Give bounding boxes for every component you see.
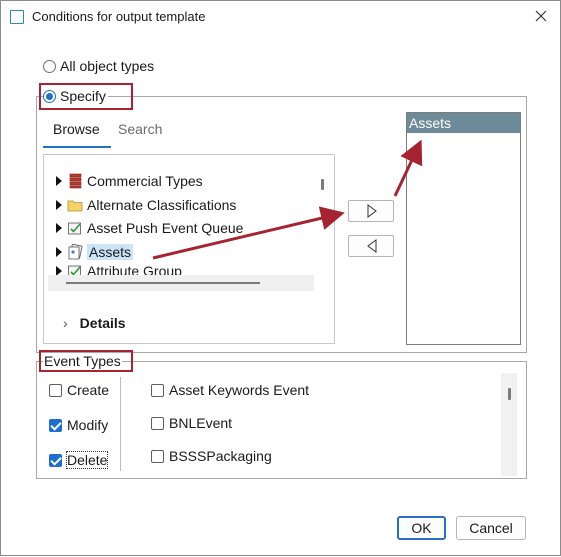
dialog-window: Conditions for output template All objec… [0, 0, 561, 556]
event-list-scrollbar[interactable] [501, 373, 517, 476]
event-checkbox-row[interactable]: Asset Keywords Event [151, 382, 309, 398]
expand-arrow-icon[interactable] [56, 223, 62, 233]
window-title: Conditions for output template [32, 9, 206, 24]
tree-item-label: Commercial Types [87, 173, 203, 189]
folder-icon [67, 200, 83, 212]
tree-item[interactable]: Assets [56, 242, 134, 262]
event-checkbox[interactable] [151, 416, 164, 430]
tree-vertical-scrollbar[interactable] [321, 179, 324, 190]
delete-label: Delete [65, 451, 109, 469]
delete-checkbox[interactable] [49, 453, 62, 467]
selected-types-list[interactable]: Assets [406, 112, 521, 345]
details-expander[interactable]: › Details [63, 315, 126, 331]
tree-item[interactable]: Alternate Classifications [56, 195, 236, 215]
event-types-divider [120, 377, 121, 471]
event-label: Asset Keywords Event [169, 382, 310, 398]
delete-checkbox-row[interactable]: Delete [49, 451, 109, 469]
modify-label: Modify [67, 417, 109, 433]
tree-item[interactable]: Asset Push Event Queue [56, 218, 243, 238]
active-tab-indicator [43, 146, 111, 148]
details-label: Details [79, 315, 126, 331]
event-checkbox-row[interactable]: BSSSPackaging [151, 448, 272, 464]
tree-item-label: Assets [87, 244, 134, 260]
event-checkbox[interactable] [151, 383, 164, 397]
tab-browse[interactable]: Browse [53, 121, 100, 137]
tree-item-label: Asset Push Event Queue [87, 220, 244, 236]
expand-arrow-icon[interactable] [56, 176, 62, 186]
event-label: BSSSPackaging [169, 448, 272, 464]
event-queue-icon [68, 222, 81, 235]
red-stack-icon [69, 173, 82, 189]
create-checkbox-row[interactable]: Create [49, 382, 109, 398]
chevron-right-icon: › [63, 315, 68, 331]
modify-checkbox[interactable] [49, 418, 62, 432]
create-label: Create [67, 382, 110, 398]
asset-icon [68, 244, 83, 260]
all-object-types-label: All object types [60, 58, 155, 74]
expand-arrow-icon[interactable] [56, 200, 62, 210]
add-to-selection-button[interactable] [348, 200, 394, 222]
close-icon [535, 10, 547, 22]
triangle-left-icon [367, 239, 377, 253]
modify-checkbox-row[interactable]: Modify [49, 417, 108, 433]
close-button[interactable] [528, 5, 554, 29]
event-types-highlight-annotation [39, 350, 133, 372]
title-bar: Conditions for output template [1, 1, 560, 33]
triangle-right-icon [367, 204, 377, 218]
specify-highlight-annotation [39, 83, 133, 110]
tree-horizontal-scrollbar[interactable] [48, 275, 314, 291]
event-checkbox[interactable] [151, 449, 164, 463]
window-app-icon [10, 10, 24, 24]
event-types-group [36, 361, 527, 479]
event-scroll-thumb[interactable] [508, 388, 511, 400]
expand-arrow-icon[interactable] [56, 247, 62, 257]
event-checkbox-row[interactable]: BNLEvent [151, 415, 232, 431]
event-label: BNLEvent [169, 415, 233, 431]
horizontal-scroll-thumb[interactable] [66, 282, 260, 284]
list-item[interactable]: Assets [407, 113, 520, 133]
ok-button[interactable]: OK [397, 516, 446, 540]
create-checkbox[interactable] [49, 383, 62, 397]
remove-from-selection-button[interactable] [348, 235, 394, 257]
tree-item-label: Alternate Classifications [87, 197, 237, 213]
all-object-types-option[interactable]: All object types [43, 58, 154, 74]
cancel-button[interactable]: Cancel [456, 516, 526, 540]
all-object-types-radio[interactable] [43, 59, 56, 73]
tab-search[interactable]: Search [118, 121, 162, 137]
tree-item[interactable]: Commercial Types [56, 171, 203, 191]
